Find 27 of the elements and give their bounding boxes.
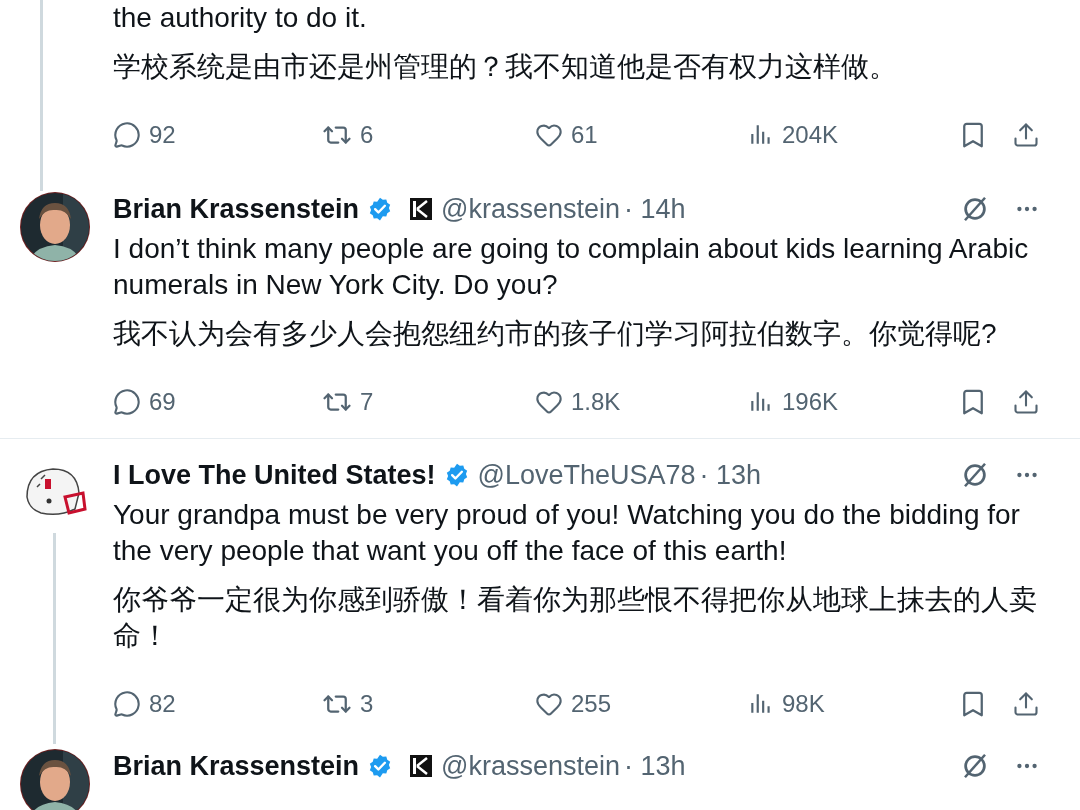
views-button[interactable]: 98K: [748, 686, 825, 722]
author-handle[interactable]: @krassenstein: [441, 188, 621, 230]
post-text: the authority to do it.: [113, 1, 368, 35]
post-text: I don’t think many people are going to complain about kids learning Arabic numerals in New York City. Do you?: [113, 232, 1030, 302]
post-text: 学校系统是由市还是州管理的？我不知道他是否有权力这样做。: [113, 50, 898, 84]
author-handle[interactable]: @LoveTheUSA78: [477, 454, 696, 496]
reply-button[interactable]: 69: [113, 384, 322, 420]
views-button[interactable]: 196K: [748, 384, 839, 420]
post-time[interactable]: · 13h: [699, 454, 762, 496]
author-name[interactable]: Brian Krassenstein: [113, 745, 360, 787]
post-time[interactable]: · 13h: [624, 745, 686, 787]
author-handle[interactable]: @krassenstein: [441, 745, 621, 787]
like-button[interactable]: 1.8K: [535, 384, 748, 420]
post-text: 你爷爷一定很为你感到骄傲！看着你为那些恨不得把你从地球上抹去的人卖命！: [113, 583, 1038, 653]
repost-button[interactable]: 3: [322, 686, 535, 722]
post-text: 我不认为会有多少人会抱怨纽约市的孩子们学习阿拉伯数字。你觉得呢?: [113, 317, 998, 351]
post-text: Your grandpa must be very proud of you! Watching you do the bidding for the very people that want you off the face of this earth!: [113, 498, 1021, 568]
reply-button[interactable]: 82: [113, 686, 322, 722]
author-name[interactable]: I Love The United States!: [113, 454, 436, 496]
repost-button[interactable]: 7: [322, 384, 535, 420]
repost-button[interactable]: 6: [322, 117, 535, 153]
views-button[interactable]: 204K: [748, 117, 839, 153]
author-name[interactable]: Brian Krassenstein: [113, 188, 360, 230]
like-button[interactable]: 255: [535, 686, 748, 722]
post-time[interactable]: · 14h: [624, 188, 686, 230]
reply-button[interactable]: 92: [113, 117, 322, 153]
like-button[interactable]: 61: [535, 117, 748, 153]
